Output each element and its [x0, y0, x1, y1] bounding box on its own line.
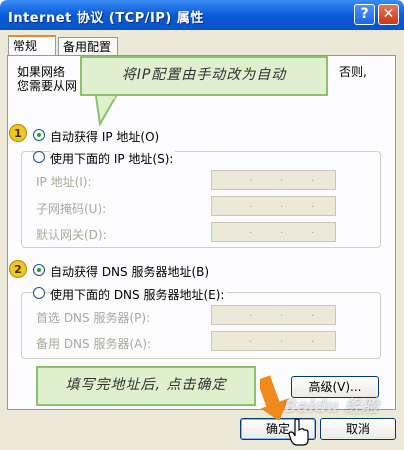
alternate-dns-field[interactable]: ...	[211, 331, 336, 351]
close-button[interactable]: ✕	[378, 4, 399, 25]
step-1-badge: 1	[9, 124, 27, 142]
cancel-button[interactable]: 取消	[320, 418, 396, 440]
preferred-dns-field[interactable]: ...	[211, 305, 336, 325]
manual-dns-label[interactable]: 使用下面的 DNS 服务器地址(E):	[50, 286, 227, 303]
callout-fill-and-confirm: 填写完地址后, 点击确定	[36, 366, 256, 406]
hand-cursor-icon	[288, 418, 309, 446]
default-gateway-label: 默认网关(D):	[36, 228, 107, 242]
step-2-badge: 2	[9, 260, 27, 278]
auto-ip-radio[interactable]	[33, 129, 45, 141]
window-title: Internet 协议 (TCP/IP) 属性	[8, 11, 204, 26]
ip-address-field[interactable]: ...	[211, 170, 336, 190]
preferred-dns-label: 首选 DNS 服务器(P):	[36, 311, 151, 325]
baidu-watermark: Baidu 经验	[284, 397, 379, 417]
manual-ip-radio[interactable]	[33, 151, 45, 163]
ip-address-label: IP 地址(I):	[36, 175, 92, 189]
subnet-mask-label: 子网掩码(U):	[36, 202, 107, 216]
help-button[interactable]: ?	[354, 4, 375, 25]
auto-dns-radio[interactable]	[33, 264, 45, 276]
manual-dns-radio[interactable]	[33, 287, 45, 299]
callout-switch-to-auto: 将IP配置由手动改为自动	[80, 56, 328, 96]
tab-alternate-config[interactable]: 备用配置	[58, 37, 118, 55]
auto-ip-label[interactable]: 自动获得 IP 地址(O)	[50, 128, 159, 145]
auto-dns-label[interactable]: 自动获得 DNS 服务器地址(B)	[50, 263, 209, 280]
title-bar[interactable]: Internet 协议 (TCP/IP) 属性 ? ✕	[0, 0, 404, 30]
manual-ip-label[interactable]: 使用下面的 IP 地址(S):	[50, 150, 176, 167]
subnet-mask-field[interactable]: ...	[211, 196, 336, 216]
default-gateway-field[interactable]: ...	[211, 222, 336, 242]
alternate-dns-label: 备用 DNS 服务器(A):	[36, 337, 152, 351]
callout-pointer-icon	[94, 96, 118, 126]
tab-general[interactable]: 常规	[8, 35, 56, 55]
intro-line-1-right: 否则,	[339, 65, 367, 79]
dialog-window: Internet 协议 (TCP/IP) 属性 ? ✕ 常规 备用配置 如果网络…	[0, 0, 404, 450]
